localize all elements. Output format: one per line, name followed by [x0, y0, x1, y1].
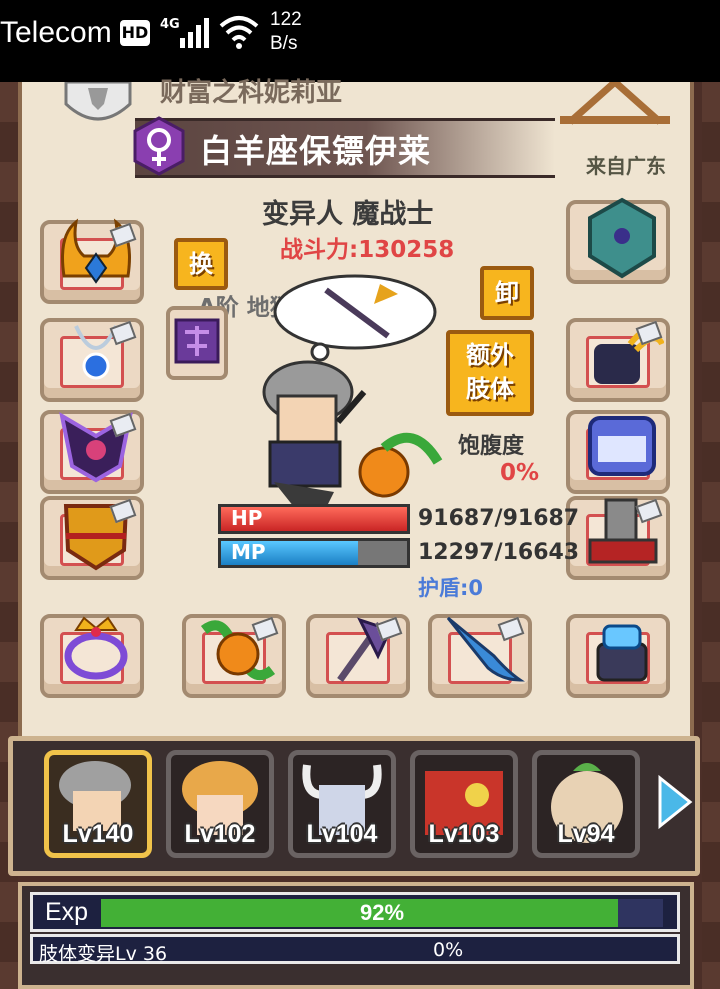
signal-icon: 4G [160, 17, 209, 48]
swap-button[interactable]: 换 [174, 238, 228, 290]
party-member-4[interactable]: Lv103 [410, 750, 518, 858]
network-speed: 122 B/s [270, 8, 302, 56]
party-level: Lv94 [557, 820, 615, 848]
next-page-arrow-icon[interactable] [654, 772, 694, 832]
easel-decoration [560, 82, 670, 125]
mp-label: MP [231, 540, 266, 564]
extra-limb-button[interactable]: 额外 肢体 [446, 330, 534, 416]
party-member-5[interactable]: Lv94 [532, 750, 640, 858]
emblem-shield-icon [588, 197, 656, 279]
equipment-slot-ring[interactable] [40, 614, 144, 698]
mp-value: 12297/16643 [418, 540, 580, 565]
hp-bar: HP [218, 504, 410, 534]
party-level: Lv140 [62, 820, 134, 848]
equipment-slot-armor[interactable] [40, 496, 144, 580]
extra-limb-label-1: 额外 [466, 341, 514, 369]
party-member-3[interactable]: Lv104 [288, 750, 396, 858]
hunger-value: 0% [500, 460, 540, 486]
hp-label: HP [231, 506, 263, 530]
party-level: Lv102 [184, 820, 256, 848]
equipment-slot-weapon[interactable] [306, 614, 410, 698]
carrier-label: Telecom [0, 16, 112, 49]
hunger-label: 饱腹度 [458, 434, 525, 459]
equipment-slot-emblem[interactable] [566, 197, 670, 284]
character-name: 白羊座保镖伊莱 [200, 132, 432, 170]
supply-box-icon [588, 416, 656, 476]
equipment-slot-pet[interactable] [182, 614, 286, 698]
limb-mutation-value: 0% [433, 939, 464, 961]
equipment-slot-gloves[interactable] [566, 318, 670, 402]
limb-mutation-bar: 肢体变异Lv 36 0% [30, 934, 680, 965]
extra-limb-label-2: 肢体 [466, 375, 514, 403]
exp-label: Exp [45, 898, 89, 926]
equipment-slot-boots[interactable] [566, 496, 670, 580]
rune-slot[interactable] [166, 306, 228, 380]
exp-value: 92% [359, 900, 405, 925]
race-class-label: 变异人 魔战士 [262, 199, 434, 230]
party-member-1[interactable]: Lv140 [44, 750, 152, 858]
shield-value: 护盾:0 [418, 576, 484, 600]
network-type-label: 4G [160, 17, 180, 32]
crown-ring-icon [64, 616, 128, 680]
background-wall-right [702, 82, 720, 989]
hp-value: 91687/91687 [418, 506, 580, 531]
hd-badge: HD [120, 20, 150, 46]
exp-bar: Exp 92% [30, 892, 680, 932]
rune-icon [174, 318, 220, 364]
exp-track: 92% [101, 899, 663, 927]
status-bar: Telecom HD 4G 122 B/s [0, 0, 720, 82]
party-member-2[interactable]: Lv102 [166, 750, 274, 858]
equipment-slot-cape[interactable] [40, 410, 144, 494]
equipment-slot-box[interactable] [566, 410, 670, 494]
party-level: Lv103 [428, 820, 500, 848]
combat-power: 战斗力:130258 [280, 237, 455, 263]
female-gender-icon [133, 116, 185, 176]
network-speed-unit: B/s [270, 33, 298, 54]
equipment-slot-necklace[interactable] [40, 318, 144, 402]
limb-mutation-label: 肢体变异Lv 36 [39, 943, 168, 965]
wifi-icon [219, 16, 259, 49]
previous-character-name: 财富之科妮莉亚 [160, 78, 343, 108]
crystal-device-icon [596, 624, 648, 682]
equipment-slot-device[interactable] [566, 614, 670, 698]
unequip-button[interactable]: 卸 [480, 266, 534, 320]
origin-label: 来自广东 [586, 154, 666, 178]
equipment-slot-helmet[interactable] [40, 218, 144, 304]
guild-crest-icon [64, 82, 132, 121]
equipment-slot-offhand[interactable] [428, 614, 532, 698]
party-level: Lv104 [306, 820, 378, 848]
mp-bar: MP [218, 538, 410, 568]
network-speed-value: 122 [270, 9, 302, 30]
